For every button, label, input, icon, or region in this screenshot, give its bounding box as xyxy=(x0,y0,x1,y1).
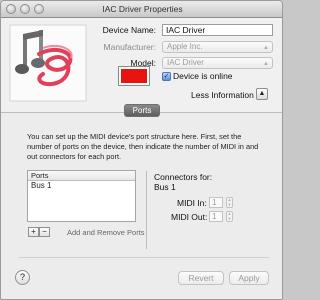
ports-table[interactable]: Ports Bus 1 xyxy=(27,170,136,222)
device-color-well[interactable] xyxy=(118,66,150,86)
model-value: IAC Driver xyxy=(167,58,204,67)
tab-ports[interactable]: Ports xyxy=(124,104,160,117)
add-remove-ports-hint: Add and Remove Ports xyxy=(67,228,145,237)
less-information-label: Less Information xyxy=(191,90,254,100)
add-port-button[interactable]: + xyxy=(28,227,39,237)
midi-out-label: MIDI Out: xyxy=(171,212,208,222)
less-information-button[interactable]: ▲ xyxy=(256,88,268,100)
color-swatch xyxy=(121,69,147,83)
model-popup[interactable]: IAC Driver ▲ xyxy=(162,57,273,69)
manufacturer-popup[interactable]: Apple Inc. ▲ xyxy=(162,41,273,53)
selected-port-name: Bus 1 xyxy=(154,182,176,192)
connectors-title: Connectors for: xyxy=(154,172,213,182)
revert-button[interactable]: Revert xyxy=(178,271,224,285)
midi-in-label: MIDI In: xyxy=(177,198,207,208)
section-divider xyxy=(146,171,147,249)
midi-in-field[interactable]: 1 xyxy=(209,197,223,208)
ports-description: You can set up the MIDI device's port st… xyxy=(27,132,259,161)
apply-button[interactable]: Apply xyxy=(229,271,269,285)
window-title: IAC Driver Properties xyxy=(102,4,183,14)
properties-window: IAC Driver Properties Device Name: IAC D… xyxy=(0,0,283,300)
table-row[interactable]: Bus 1 xyxy=(28,181,135,191)
device-online-checkbox[interactable]: ✓ xyxy=(162,72,171,81)
popup-arrows-icon: ▲ xyxy=(263,45,269,51)
device-name-label: Device Name: xyxy=(102,25,156,35)
manufacturer-label: Manufacturer: xyxy=(103,42,156,52)
remove-port-button[interactable]: − xyxy=(39,227,50,237)
device-info-panel: Device Name: IAC Driver Manufacturer: Ap… xyxy=(1,18,282,113)
midi-in-stepper[interactable]: ▲ ▼ xyxy=(226,197,233,208)
help-button[interactable]: ? xyxy=(15,270,30,285)
title-bar[interactable]: IAC Driver Properties xyxy=(1,1,282,18)
manufacturer-value: Apple Inc. xyxy=(167,42,203,51)
midi-out-field[interactable]: 1 xyxy=(209,211,223,222)
midi-out-stepper[interactable]: ▲ ▼ xyxy=(226,211,233,222)
device-online-label: Device is online xyxy=(173,71,233,81)
midi-device-icon xyxy=(9,24,87,102)
footer-divider xyxy=(19,257,269,258)
popup-arrows-icon: ▲ xyxy=(263,61,269,67)
ports-table-header[interactable]: Ports xyxy=(28,171,135,181)
device-name-field[interactable]: IAC Driver xyxy=(162,24,273,36)
